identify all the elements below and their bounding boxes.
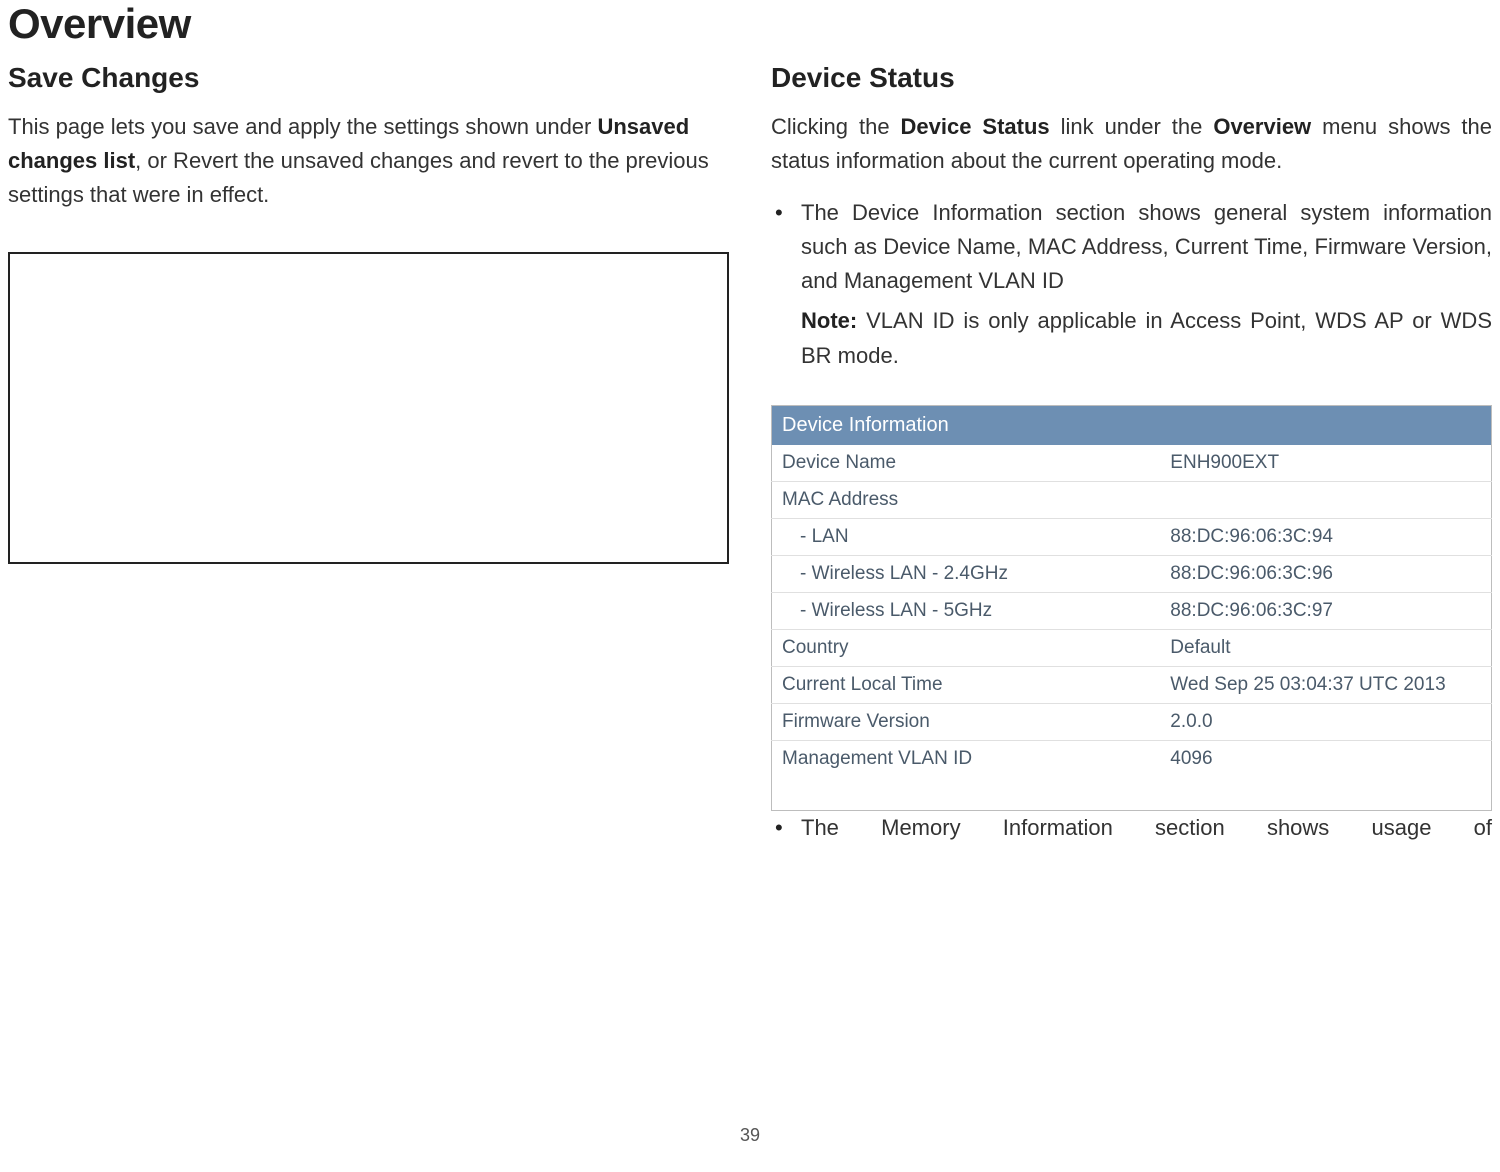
- table-header: Device Information: [772, 405, 1492, 445]
- overview-bold: Overview: [1213, 114, 1311, 139]
- save-changes-heading: Save Changes: [8, 62, 729, 94]
- table-row: MAC Address: [772, 481, 1492, 518]
- device-information-bullet: The Device Information section shows gen…: [771, 196, 1492, 298]
- table-value: Wed Sep 25 03:04:37 UTC 2013: [1160, 666, 1491, 703]
- device-status-bold: Device Status: [901, 114, 1050, 139]
- table-value: Default: [1160, 629, 1491, 666]
- text-fragment: The: [801, 200, 852, 225]
- table-value: [1160, 481, 1491, 518]
- table-row: Management VLAN ID4096: [772, 740, 1492, 777]
- page-title: Overview: [8, 0, 1492, 56]
- content-columns: Save Changes This page lets you save and…: [8, 56, 1492, 851]
- vlan-note: Note: VLAN ID is only applicable in Acce…: [771, 304, 1492, 372]
- table-header-row: Device Information: [772, 405, 1492, 445]
- table-row: - Wireless LAN - 2.4GHz88:DC:96:06:3C:96: [772, 555, 1492, 592]
- text-fragment: section shows usage of: [1113, 815, 1492, 840]
- table-row: Current Local TimeWed Sep 25 03:04:37 UT…: [772, 666, 1492, 703]
- table-value: 2.0.0: [1160, 703, 1491, 740]
- table-label: Current Local Time: [772, 666, 1161, 703]
- device-info-bullet-list: The Device Information section shows gen…: [771, 196, 1492, 298]
- table-row: Device NameENH900EXT: [772, 445, 1492, 482]
- right-column: Device Status Clicking the Device Status…: [771, 62, 1492, 851]
- table-label: - Wireless LAN - 5GHz: [772, 592, 1161, 629]
- screenshot-placeholder: [8, 252, 729, 564]
- page-number: 39: [0, 1125, 1500, 1146]
- device-status-heading: Device Status: [771, 62, 1492, 94]
- table-label: Management VLAN ID: [772, 740, 1161, 777]
- note-label: Note:: [801, 308, 857, 333]
- table-label: MAC Address: [772, 481, 1161, 518]
- text-fragment: Clicking the: [771, 114, 901, 139]
- save-changes-paragraph: This page lets you save and apply the se…: [8, 110, 729, 212]
- table-row: Firmware Version2.0.0: [772, 703, 1492, 740]
- table-spacer: [772, 777, 1492, 811]
- table-value: 88:DC:96:06:3C:96: [1160, 555, 1491, 592]
- device-status-intro: Clicking the Device Status link under th…: [771, 110, 1492, 178]
- note-text: VLAN ID is only applicable in Access Poi…: [801, 308, 1492, 367]
- table-label: Device Name: [772, 445, 1161, 482]
- text-fragment: The: [801, 815, 881, 840]
- left-column: Save Changes This page lets you save and…: [8, 62, 729, 851]
- device-information-bold: Device Information: [852, 200, 1042, 225]
- device-information-table: Device Information Device NameENH900EXTM…: [771, 405, 1492, 812]
- table-label: Country: [772, 629, 1161, 666]
- table-label: Firmware Version: [772, 703, 1161, 740]
- table-row: - LAN88:DC:96:06:3C:94: [772, 518, 1492, 555]
- table-row: CountryDefault: [772, 629, 1492, 666]
- text-fragment: link under the: [1050, 114, 1214, 139]
- table-label: - LAN: [772, 518, 1161, 555]
- memory-information-bold: Memory Information: [881, 815, 1113, 840]
- text-fragment: This page lets you save and apply the se…: [8, 114, 597, 139]
- table-label: - Wireless LAN - 2.4GHz: [772, 555, 1161, 592]
- memory-information-bullet: The Memory Information section shows usa…: [771, 811, 1492, 845]
- table-value: ENH900EXT: [1160, 445, 1491, 482]
- table-row: - Wireless LAN - 5GHz88:DC:96:06:3C:97: [772, 592, 1492, 629]
- table-value: 88:DC:96:06:3C:97: [1160, 592, 1491, 629]
- table-value: 4096: [1160, 740, 1491, 777]
- table-value: 88:DC:96:06:3C:94: [1160, 518, 1491, 555]
- memory-info-bullet-list: The Memory Information section shows usa…: [771, 811, 1492, 845]
